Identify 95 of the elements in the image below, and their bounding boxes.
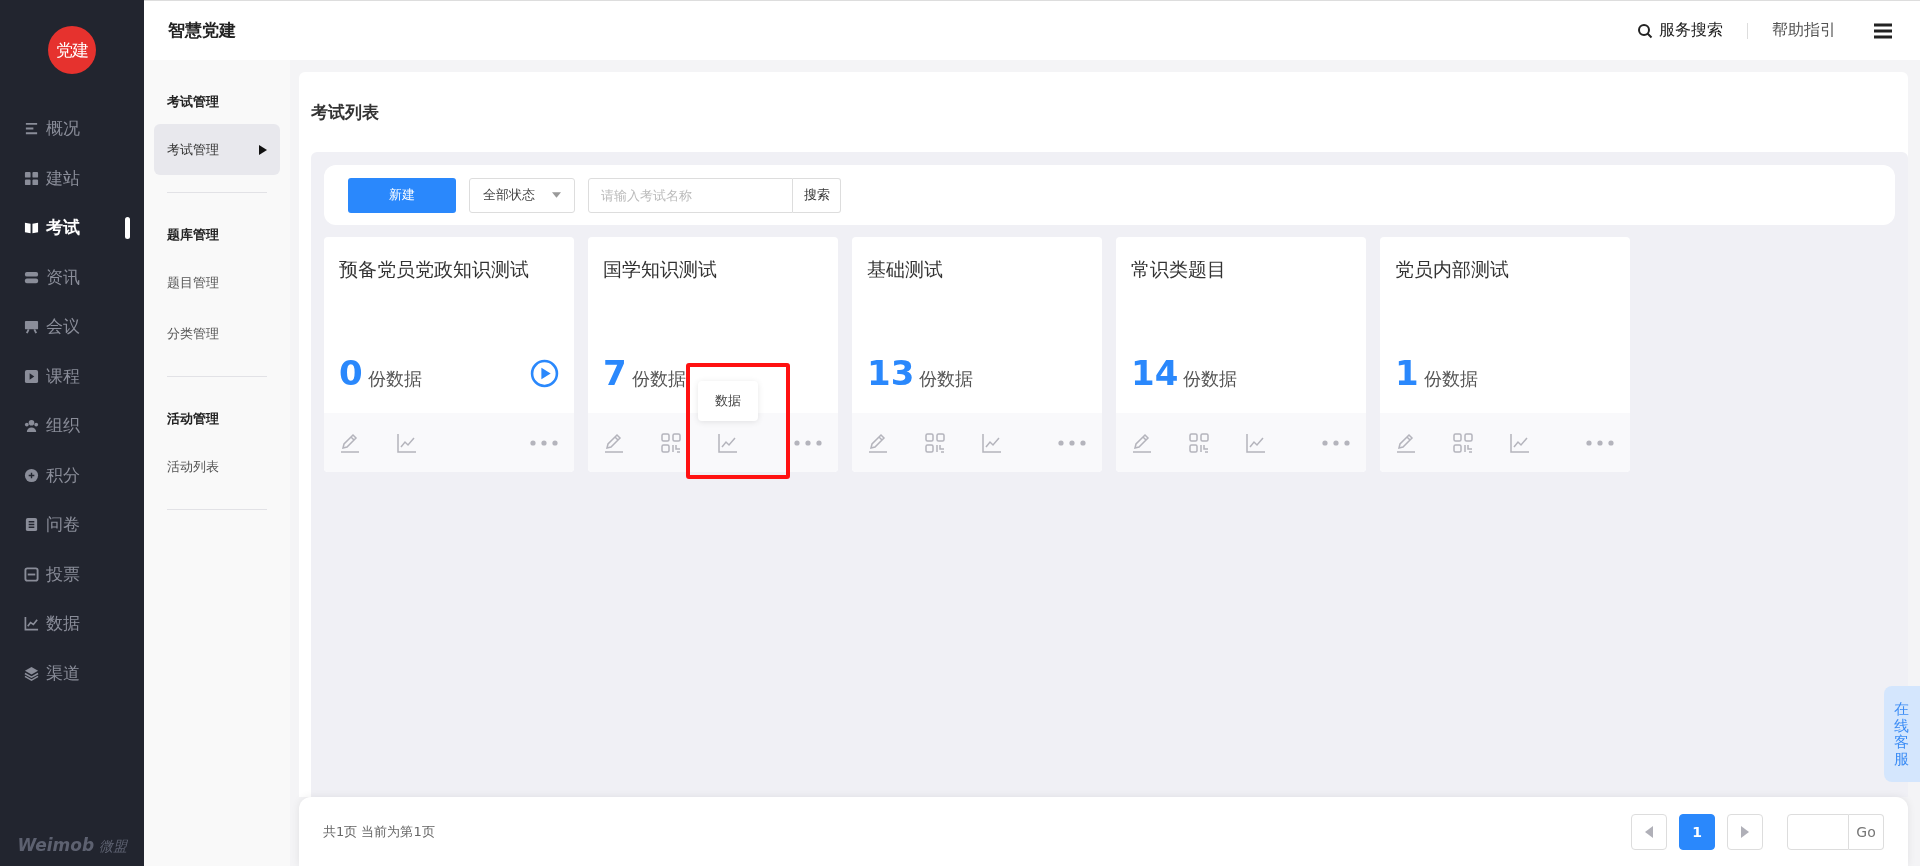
count-unit: 份数据 <box>631 367 686 391</box>
nav-item[interactable]: 会议 <box>0 302 144 352</box>
exam-card[interactable]: 常识类题目 14 份数据 <box>1116 237 1366 472</box>
exam-title: 预备党员党政知识测试 <box>339 257 530 282</box>
pencil-icon[interactable] <box>603 431 625 454</box>
nav-item[interactable]: 建站 <box>0 153 144 203</box>
response-count: 7 <box>603 356 627 390</box>
nav-item[interactable]: 概况 <box>0 104 144 154</box>
ballot-icon <box>24 566 39 582</box>
sub-nav-item[interactable]: 活动列表 <box>154 441 280 492</box>
next-page-button[interactable] <box>1727 813 1763 850</box>
page-number-field[interactable] <box>1787 813 1849 850</box>
search-field[interactable]: 请输入考试名称 <box>588 177 793 213</box>
qr-code-icon[interactable] <box>924 431 946 454</box>
qr-code-icon[interactable] <box>1452 431 1474 454</box>
exam-card[interactable]: 基础测试 13 份数据 <box>852 237 1102 472</box>
nav-item[interactable]: 考试 <box>0 203 144 253</box>
line-chart-icon[interactable] <box>1509 431 1531 454</box>
document-icon <box>24 517 39 533</box>
group-heading: 题库管理 <box>166 226 220 244</box>
nav-item[interactable]: 渠道 <box>0 648 144 698</box>
list-icon <box>24 121 39 137</box>
response-count: 1 <box>1395 356 1419 390</box>
dropdown-arrow-icon <box>552 192 561 198</box>
more-icon[interactable] <box>529 438 559 447</box>
exam-title: 国学知识测试 <box>603 257 718 282</box>
caret-icon <box>259 144 267 155</box>
exam-title: 常识类题目 <box>1131 257 1227 282</box>
right-triangle-icon <box>1741 825 1749 838</box>
nav-item[interactable]: 积分 <box>0 450 144 500</box>
page-button[interactable]: 1 <box>1679 813 1715 850</box>
exam-card[interactable]: 党员内部测试 1 份数据 <box>1380 237 1630 472</box>
pencil-icon[interactable] <box>1131 431 1153 454</box>
grid-icon <box>24 170 39 186</box>
response-count: 14 <box>1131 356 1179 390</box>
sub-nav-item[interactable]: 考试管理 <box>154 124 280 175</box>
sub-nav-item[interactable]: 分类管理 <box>154 308 280 359</box>
more-icon[interactable] <box>1321 438 1351 447</box>
exam-card[interactable]: 预备党员党政知识测试 0 份数据 <box>324 237 574 472</box>
status-dropdown[interactable]: 全部状态 <box>469 177 575 213</box>
page-summary: 共1页 当前为第1页 <box>323 822 435 841</box>
page-title: 考试列表 <box>311 100 380 124</box>
qr-code-icon[interactable] <box>660 431 682 454</box>
count-unit: 份数据 <box>919 367 974 391</box>
response-count: 0 <box>339 356 363 390</box>
sub-nav-item[interactable]: 题目管理 <box>154 257 280 308</box>
previous-page-button[interactable] <box>1631 813 1667 850</box>
pencil-icon[interactable] <box>1395 431 1417 454</box>
menu-icon[interactable] <box>1874 22 1892 39</box>
nav-item[interactable]: 课程 <box>0 351 144 401</box>
stack-icon <box>24 269 39 285</box>
go-button[interactable]: Go <box>1849 813 1884 850</box>
line-chart-icon[interactable] <box>981 431 1003 454</box>
new-button[interactable]: 新建 <box>348 177 456 213</box>
more-icon[interactable] <box>1057 438 1087 447</box>
search-button[interactable]: 搜索 <box>793 177 841 213</box>
line-chart-icon[interactable] <box>1245 431 1267 454</box>
tooltip: 数据 <box>698 380 758 421</box>
active-indicator <box>125 217 130 239</box>
pencil-icon[interactable] <box>867 431 889 454</box>
coin-icon <box>24 467 39 483</box>
response-count: 13 <box>867 356 915 390</box>
service-search-link[interactable]: 服务搜索 <box>1637 20 1723 41</box>
search-icon <box>1637 22 1653 39</box>
more-icon[interactable] <box>793 438 823 447</box>
count-unit: 份数据 <box>1183 367 1238 391</box>
easel-icon <box>24 319 39 335</box>
count-unit: 份数据 <box>1423 367 1478 391</box>
brand-logo: Weimob 微盟 <box>17 835 127 856</box>
chart-icon <box>24 616 39 632</box>
group-heading: 考试管理 <box>166 93 220 111</box>
left-triangle-icon <box>1645 825 1653 838</box>
more-icon[interactable] <box>1585 438 1615 447</box>
book-icon <box>24 220 39 236</box>
group-heading: 活动管理 <box>166 410 220 428</box>
nav-item[interactable]: 投票 <box>0 549 144 599</box>
exam-title: 党员内部测试 <box>1395 257 1510 282</box>
exam-title: 基础测试 <box>867 257 944 282</box>
nav-item[interactable]: 资讯 <box>0 252 144 302</box>
play-icon[interactable] <box>530 359 559 388</box>
count-unit: 份数据 <box>367 367 422 391</box>
layers-icon <box>24 665 39 681</box>
nav-item[interactable]: 问卷 <box>0 500 144 550</box>
play-square-icon <box>24 368 39 384</box>
line-chart-icon[interactable] <box>717 431 739 454</box>
nav-item[interactable]: 数据 <box>0 599 144 649</box>
logo: 党建 <box>48 26 96 74</box>
help-link[interactable]: 帮助指引 <box>1772 20 1836 41</box>
nav-item[interactable]: 组织 <box>0 401 144 451</box>
qr-code-icon[interactable] <box>1188 431 1210 454</box>
app-title: 智慧党建 <box>168 19 236 42</box>
pencil-icon[interactable] <box>339 431 361 454</box>
line-chart-icon[interactable] <box>396 431 418 454</box>
online-support-tab[interactable]: 在线客服 <box>1884 686 1920 782</box>
people-icon <box>24 418 39 434</box>
